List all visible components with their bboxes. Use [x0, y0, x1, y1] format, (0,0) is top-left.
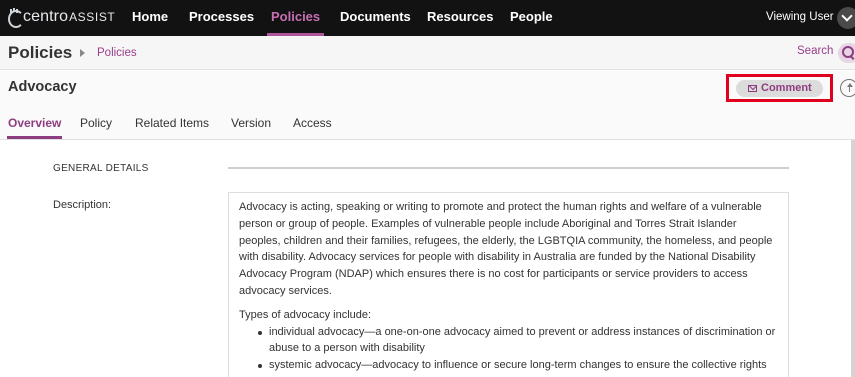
general-details-heading: GENERAL DETAILS [53, 163, 149, 174]
nav-policies[interactable]: Policies [266, 0, 325, 36]
page-title: Advocacy [8, 79, 77, 95]
search-icon[interactable] [838, 43, 855, 63]
chevron-down-icon[interactable] [837, 7, 855, 29]
list-item: systemic advocacy—advocacy to influence … [239, 357, 778, 377]
page-header: Advocacy Comment [0, 71, 855, 104]
section-title: Policies [8, 43, 73, 62]
breadcrumb-arrow-icon [80, 49, 85, 57]
top-navigation-bar: centroASSIST Home Processes Policies Doc… [0, 0, 855, 36]
envelope-icon [748, 85, 757, 92]
breadcrumb-link-policies[interactable]: Policies [97, 47, 137, 59]
section-divider [228, 167, 789, 169]
tab-bar: Overview Policy Related Items Version Ac… [0, 104, 855, 140]
logo-text-prefix: centro [23, 8, 69, 25]
logo-mark-icon [8, 8, 24, 28]
tab-version[interactable]: Version [231, 116, 271, 130]
scrollbar[interactable] [851, 140, 855, 377]
tab-access[interactable]: Access [293, 116, 332, 130]
nav-documents[interactable]: Documents [340, 0, 411, 36]
overview-content: GENERAL DETAILS Description: Advocacy is… [0, 140, 855, 377]
tab-related-items[interactable]: Related Items [135, 116, 209, 130]
comment-button-label: Comment [761, 82, 812, 94]
nav-resources[interactable]: Resources [427, 0, 493, 36]
comment-button[interactable]: Comment [736, 80, 823, 97]
description-label: Description: [53, 199, 112, 211]
logo-text-suffix: ASSIST [69, 10, 116, 24]
nav-people[interactable]: People [510, 0, 553, 36]
nav-home[interactable]: Home [132, 0, 168, 36]
upload-icon[interactable] [840, 79, 855, 97]
search-label[interactable]: Search [797, 45, 833, 57]
breadcrumb-bar: Policies Policies Search [0, 36, 855, 70]
tab-overview[interactable]: Overview [6, 116, 63, 139]
list-item: individual advocacy—a one-on-one advocac… [239, 324, 778, 358]
comment-highlight-box: Comment [726, 74, 833, 102]
description-paragraph: Advocacy is acting, speaking or writing … [239, 201, 773, 297]
advocacy-types-list: individual advocacy—a one-on-one advocac… [239, 324, 778, 377]
description-text-box[interactable]: Advocacy is acting, speaking or writing … [228, 192, 789, 377]
nav-processes[interactable]: Processes [189, 0, 254, 36]
centroassist-logo[interactable]: centroASSIST [8, 7, 116, 28]
advocacy-types-intro: Types of advocacy include: [239, 308, 372, 321]
viewing-user-label[interactable]: Viewing User [766, 0, 834, 36]
tab-policy[interactable]: Policy [80, 116, 112, 130]
